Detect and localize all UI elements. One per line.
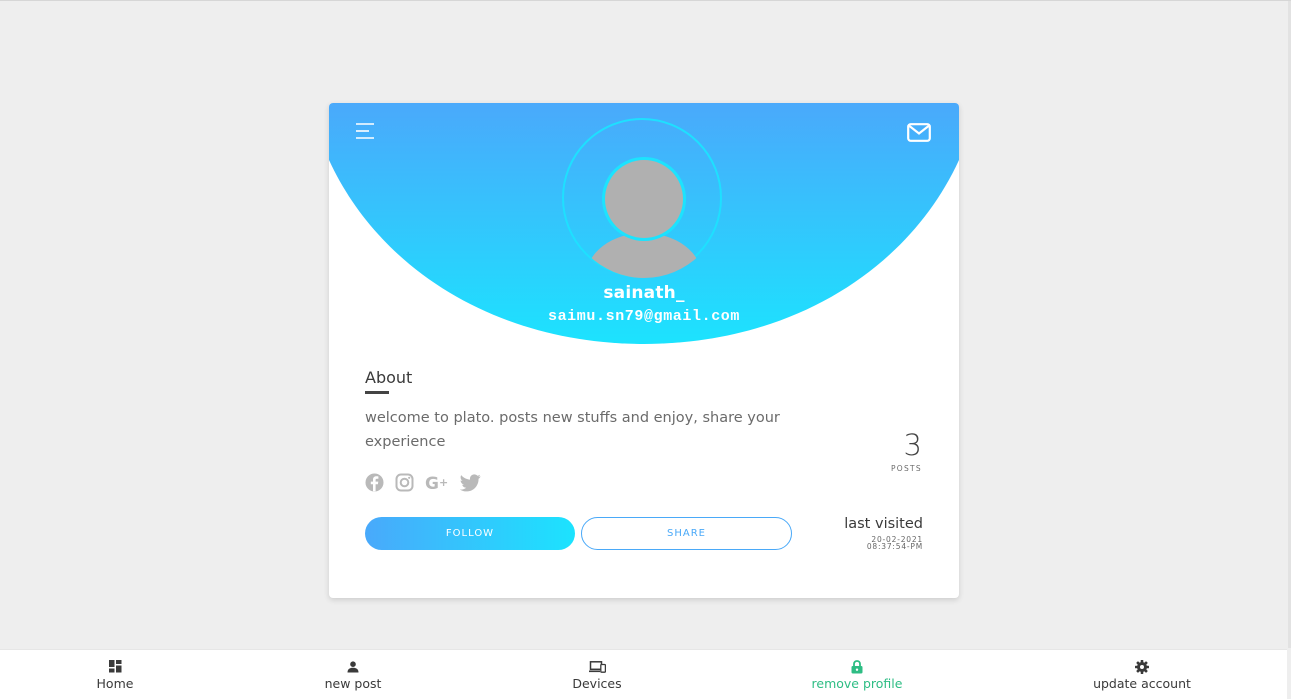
twitter-icon[interactable] (459, 473, 481, 496)
avatar[interactable] (584, 141, 704, 278)
profile-username: sainath_ (603, 283, 685, 303)
bottom-navigation: Home new post Devices remove profile upd… (0, 649, 1287, 699)
lock-icon (851, 659, 863, 675)
social-links: G + (365, 473, 492, 496)
nav-remove-profile-label: remove profile (811, 675, 903, 691)
dashboard-icon (108, 659, 122, 675)
devices-icon (588, 659, 606, 675)
posts-label: POSTS (890, 464, 922, 473)
svg-text:+: + (439, 476, 448, 489)
nav-home-label: Home (96, 675, 134, 691)
nav-devices[interactable]: Devices (517, 650, 677, 699)
menu-icon[interactable] (355, 122, 377, 140)
facebook-icon[interactable] (365, 473, 384, 496)
nav-devices-label: Devices (572, 675, 622, 691)
profile-card: sainath_ saimu.sn79@gmail.com About welc… (329, 103, 959, 598)
last-visited-title: last visited (844, 516, 923, 532)
last-visited-time: 08:37:54-PM (866, 542, 923, 551)
google-plus-icon[interactable]: G + (425, 473, 449, 496)
instagram-icon[interactable] (395, 473, 414, 496)
about-text: welcome to plato. posts new stuffs and e… (365, 410, 780, 450)
nav-new-post[interactable]: new post (273, 650, 433, 699)
about-heading: About (365, 368, 413, 387)
svg-text:G: G (425, 474, 439, 492)
nav-update-account[interactable]: update account (1062, 650, 1222, 699)
profile-email: saimu.sn79@gmail.com (547, 308, 741, 325)
gear-icon (1135, 659, 1149, 675)
person-icon (347, 659, 359, 675)
nav-remove-profile[interactable]: remove profile (777, 650, 937, 699)
follow-button[interactable]: FOLLOW (365, 517, 575, 550)
top-divider (0, 0, 1291, 1)
posts-count: 3 (903, 428, 922, 462)
nav-new-post-label: new post (324, 675, 382, 691)
share-button[interactable]: SHARE (581, 517, 792, 550)
nav-home[interactable]: Home (35, 650, 195, 699)
mail-icon[interactable] (907, 123, 931, 142)
about-underline (365, 391, 389, 394)
nav-update-account-label: update account (1093, 675, 1191, 691)
